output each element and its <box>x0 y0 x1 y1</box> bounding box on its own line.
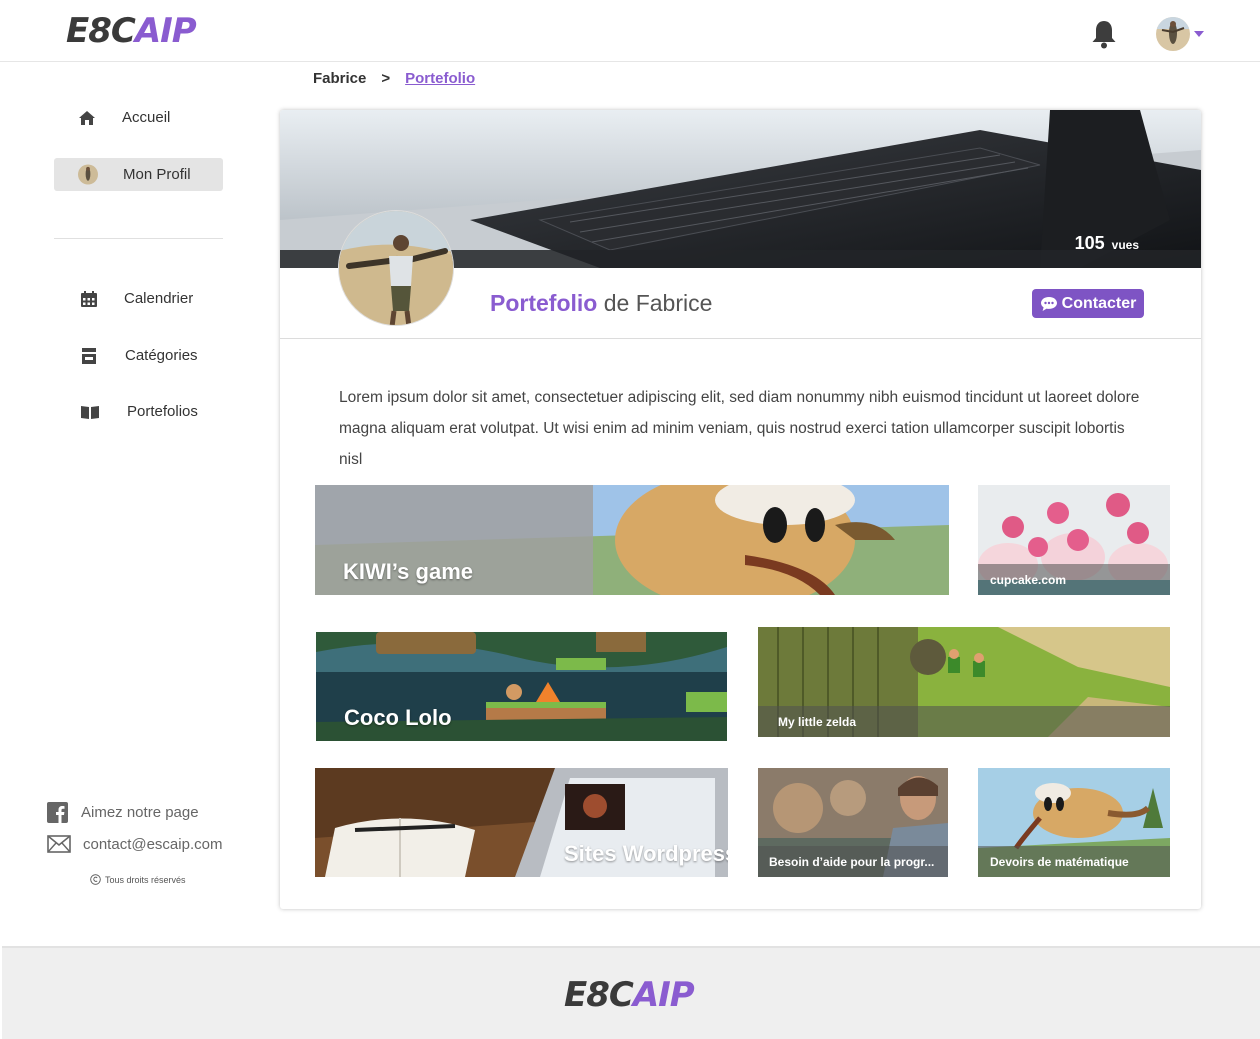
contact-button[interactable]: Contacter <box>1032 289 1144 318</box>
page-title: Portefolio de Fabrice <box>490 290 713 316</box>
calendar-icon <box>79 289 99 309</box>
bell-icon[interactable] <box>1088 18 1120 50</box>
contact-email-link[interactable]: contact@escaip.com <box>47 835 222 853</box>
facebook-icon <box>47 802 68 823</box>
sidebar-item-calendrier[interactable]: Calendrier <box>54 282 223 315</box>
copyright-icon <box>90 874 101 885</box>
sidebar-item-categories[interactable]: Catégories <box>54 339 223 372</box>
shop-icon <box>79 346 99 366</box>
chevron-down-icon[interactable] <box>1194 31 1204 37</box>
breadcrumb-user[interactable]: Fabrice <box>313 70 366 87</box>
divider <box>280 338 1201 339</box>
project-tile-zelda[interactable]: My little zelda <box>758 627 1170 737</box>
avatar <box>78 164 98 185</box>
footer-logo[interactable]: E8C AIP <box>564 975 695 1015</box>
mail-icon <box>47 835 71 853</box>
views-counter: 105 vues <box>1074 233 1139 253</box>
sidebar-divider <box>54 238 223 239</box>
top-header: E8C AIP <box>0 0 1260 62</box>
project-tile-cupcake[interactable]: cupcake.com <box>978 485 1170 595</box>
sidebar-item-mon-profil[interactable]: Mon Profil <box>54 158 223 191</box>
user-avatar[interactable] <box>1156 17 1190 51</box>
portfolio-card: 105 vues Portefolio de Fabrice Contacter… <box>280 110 1201 909</box>
facebook-link[interactable]: Aimez notre page <box>47 802 199 823</box>
copyright: Tous droits réservés <box>90 874 186 885</box>
breadcrumb-current[interactable]: Portefolio <box>405 70 475 87</box>
project-tile-kiwi[interactable]: KIWI’s game <box>315 485 949 595</box>
sidebar-item-portefolios[interactable]: Portefolios <box>54 395 223 428</box>
sidebar-item-accueil[interactable]: Accueil <box>54 101 223 134</box>
project-tile-aide-programmation[interactable]: Besoin d’aide pour la progr... <box>758 768 948 877</box>
project-tile-coco-lolo[interactable]: Coco Lolo <box>316 632 727 741</box>
page-footer: E8C AIP <box>2 946 1260 1039</box>
logo[interactable]: E8C AIP <box>66 11 197 51</box>
home-icon <box>77 108 97 128</box>
portfolio-description: Lorem ipsum dolor sit amet, consectetuer… <box>339 389 1140 468</box>
project-tile-devoirs-math[interactable]: Devoirs de matématique <box>978 768 1170 877</box>
breadcrumb-separator: > <box>381 70 391 87</box>
profile-picture <box>338 210 454 326</box>
chat-icon <box>1040 296 1057 311</box>
book-icon <box>80 402 100 422</box>
breadcrumb: Fabrice > Portefolio <box>313 70 475 87</box>
project-tile-wordpress[interactable]: Sites Wordpress <box>315 768 728 877</box>
